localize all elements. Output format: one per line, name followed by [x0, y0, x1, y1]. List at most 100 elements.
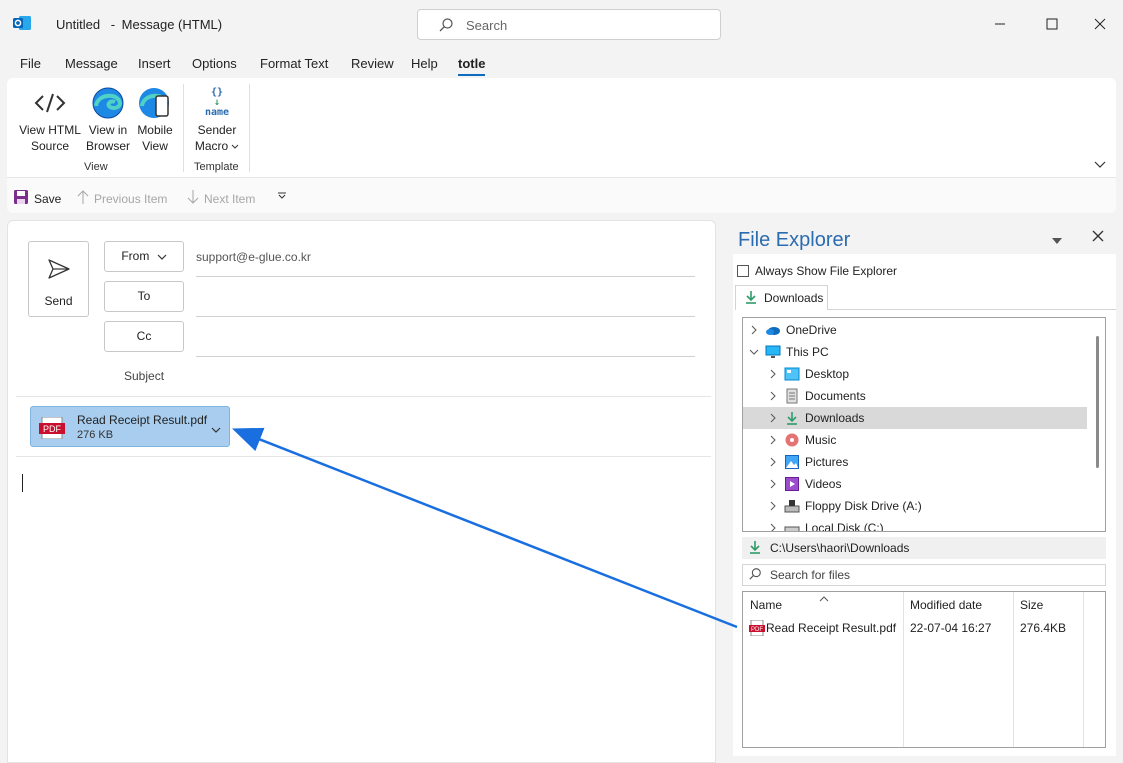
file-row[interactable]: PDF Read Receipt Result.pdf 22-07-04 16:… [743, 618, 1105, 638]
previous-item-button[interactable]: Previous Item [77, 189, 167, 208]
view-html-source-button[interactable]: View HTML Source [17, 84, 83, 154]
chevron-down-icon [157, 249, 167, 263]
close-pane-icon[interactable] [1092, 230, 1104, 245]
send-button[interactable]: Send [28, 241, 89, 317]
file-modified: 22-07-04 16:27 [910, 621, 992, 635]
chevron-right-icon[interactable] [768, 457, 778, 467]
tree-item-downloads[interactable]: Downloads [743, 407, 1087, 429]
divider [1013, 592, 1014, 747]
column-size[interactable]: Size [1020, 598, 1043, 612]
tree-label: Pictures [805, 455, 849, 469]
videos-icon [784, 476, 800, 492]
close-button[interactable] [1085, 10, 1115, 38]
chevron-down-icon[interactable] [211, 422, 221, 436]
group-separator [249, 84, 250, 172]
search-icon [748, 567, 762, 584]
tab-file[interactable]: File [20, 56, 41, 71]
music-icon [784, 432, 800, 448]
next-item-button[interactable]: Next Item [187, 189, 255, 208]
attachment-name: Read Receipt Result.pdf [77, 413, 208, 427]
path-bar: C:\Users\haori\Downloads [742, 537, 1106, 559]
tree-item-local-disk[interactable]: Local Disk (C:) [743, 517, 1087, 531]
always-show-checkbox[interactable]: Always Show File Explorer [737, 264, 897, 278]
macro-icon: {} ↓ name [204, 87, 230, 118]
column-name[interactable]: Name [750, 598, 782, 612]
tree-label: Videos [805, 477, 842, 491]
tree-item-onedrive[interactable]: OneDrive [743, 319, 1087, 341]
tab-totle[interactable]: totle [458, 56, 486, 76]
attachment-chip[interactable]: PDF Read Receipt Result.pdf 276 KB [30, 406, 230, 447]
chevron-right-icon[interactable] [768, 391, 778, 401]
customize-toolbar-icon[interactable] [277, 192, 287, 200]
chevron-right-icon[interactable] [768, 369, 778, 379]
sender-macro-button[interactable]: {} ↓ name Sender Macro [189, 84, 245, 154]
tab-format-text[interactable]: Format Text [260, 56, 328, 71]
path-text: C:\Users\haori\Downloads [770, 541, 910, 555]
chevron-right-icon[interactable] [768, 523, 778, 531]
tab-insert[interactable]: Insert [138, 56, 171, 71]
sort-ascending-icon [819, 591, 829, 605]
cc-button[interactable]: Cc [104, 321, 184, 352]
checkbox[interactable] [737, 265, 749, 277]
chevron-right-icon[interactable] [749, 325, 759, 335]
tree-item-this-pc[interactable]: This PC [743, 341, 1087, 363]
desktop-icon [784, 366, 800, 382]
tree-label: Floppy Disk Drive (A:) [805, 499, 922, 513]
file-list: Name Modified date Size PDF Read Receipt… [742, 591, 1106, 748]
cc-field[interactable] [196, 356, 695, 357]
search-icon [438, 17, 454, 36]
divider [196, 276, 695, 277]
always-show-label: Always Show File Explorer [755, 264, 898, 278]
file-size: 276.4KB [1020, 621, 1067, 635]
tree-scrollbar[interactable] [1096, 336, 1099, 468]
save-icon [13, 189, 29, 208]
tab-downloads[interactable]: Downloads [735, 285, 828, 310]
code-icon [17, 84, 83, 122]
mobile-view-label-2: View [142, 139, 168, 153]
chevron-right-icon[interactable] [768, 479, 778, 489]
chevron-right-icon[interactable] [768, 501, 778, 511]
file-search-input[interactable]: Search for files [742, 564, 1106, 586]
tree-item-floppy-disk[interactable]: Floppy Disk Drive (A:) [743, 495, 1087, 517]
to-button[interactable]: To [104, 281, 184, 312]
collapse-ribbon-icon[interactable] [1094, 158, 1106, 172]
save-button[interactable]: Save [13, 189, 61, 208]
view-in-browser-button[interactable]: View in Browser [85, 84, 131, 154]
chevron-right-icon[interactable] [768, 435, 778, 445]
tree-item-music[interactable]: Music [743, 429, 1087, 451]
disk-icon [784, 520, 800, 531]
documents-icon [784, 388, 800, 404]
tab-message[interactable]: Message [65, 56, 118, 71]
tree-item-desktop[interactable]: Desktop [743, 363, 1087, 385]
tree-label: Music [805, 433, 837, 447]
pane-options-icon[interactable] [1052, 233, 1062, 247]
tree-label: Desktop [805, 367, 850, 381]
file-explorer-pane: File Explorer Always Show File Explorer … [725, 216, 1123, 763]
tree-item-pictures[interactable]: Pictures [743, 451, 1087, 473]
pictures-icon [784, 454, 800, 470]
tab-options[interactable]: Options [192, 56, 237, 71]
tree-item-documents[interactable]: Documents [743, 385, 1087, 407]
mobile-view-button[interactable]: Mobile View [133, 84, 177, 154]
search-box[interactable]: Search [417, 9, 721, 40]
column-modified-date[interactable]: Modified date [910, 598, 982, 612]
download-icon [784, 410, 800, 426]
tree-label: OneDrive [786, 323, 837, 337]
tab-review[interactable]: Review [351, 56, 394, 71]
chevron-right-icon[interactable] [768, 413, 778, 423]
tree-item-videos[interactable]: Videos [743, 473, 1087, 495]
mobile-view-label-1: Mobile [137, 123, 173, 137]
view-in-browser-label-2: Browser [85, 139, 130, 153]
view-html-source-label-2: Source [30, 139, 70, 153]
to-field[interactable] [196, 316, 695, 317]
from-button[interactable]: From [104, 241, 184, 272]
divider [16, 396, 711, 397]
maximize-button[interactable] [1037, 10, 1067, 38]
file-explorer-body: Always Show File Explorer Downloads OneD… [733, 254, 1116, 756]
arrow-up-icon [77, 189, 89, 208]
minimize-button[interactable] [985, 10, 1015, 38]
search-placeholder: Search [466, 18, 508, 33]
tree-label: Downloads [805, 411, 865, 425]
chevron-down-icon[interactable] [749, 347, 759, 357]
tab-help[interactable]: Help [411, 56, 438, 71]
